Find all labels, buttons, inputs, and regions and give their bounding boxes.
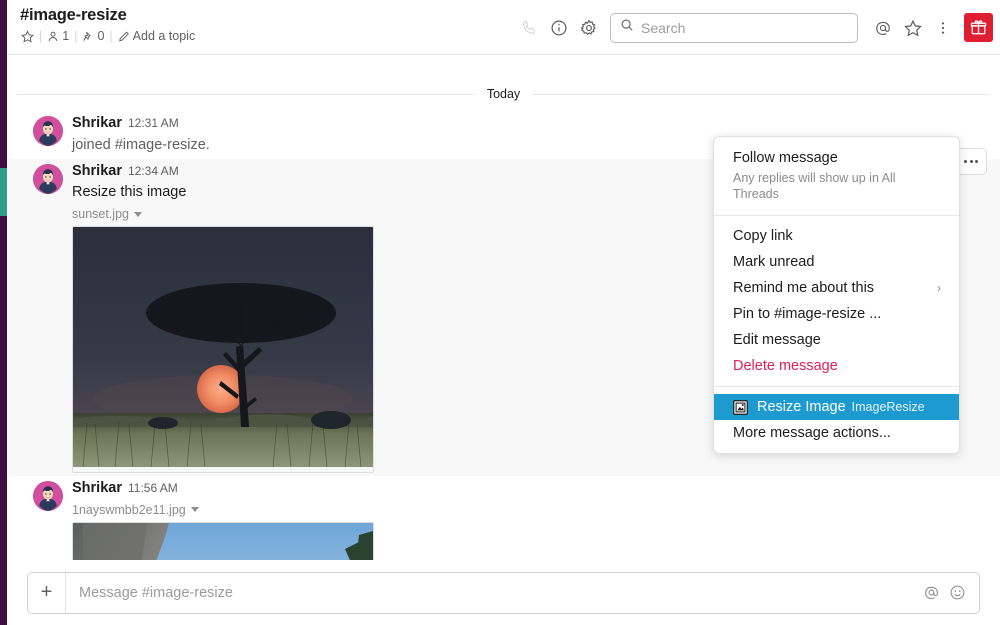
composer-actions [923,584,979,601]
menu-item-pin-to-channel[interactable]: Pin to #image-resize ... [714,301,959,327]
file-name-label: sunset.jpg [72,207,129,222]
message-author[interactable]: Shrikar [72,479,122,499]
image-attachment-sunset[interactable] [72,226,374,474]
phone-icon[interactable] [514,13,544,43]
message-row[interactable]: Shrikar 11:56 AM 1nayswmbb2e11.jpg [7,476,1000,560]
gift-icon[interactable] [964,13,993,42]
sidebar-active-accent [0,168,7,216]
message-timestamp[interactable]: 12:34 AM [128,163,179,179]
resize-image-icon [733,399,748,415]
avatar[interactable] [33,481,63,512]
context-menu-group-1: Copy link Mark unread Remind me about th… [714,216,959,386]
ellipsis-icon [969,160,973,163]
pencil-icon [118,30,130,43]
add-attachment-button[interactable]: + [28,572,66,613]
menu-item-label: Delete message [733,358,838,375]
menu-item-label: Remind me about this [733,280,875,297]
meta-divider-2: | [74,29,78,43]
message-composer[interactable]: + Message #image-resize [27,571,980,614]
gear-icon[interactable] [574,13,604,43]
star-channel-button[interactable] [21,29,34,43]
menu-item-label: More message actions... [733,425,891,442]
menu-item-copy-link[interactable]: Copy link [714,223,959,249]
menu-item-resize-image[interactable]: Resize Image ImageResize [714,394,959,421]
day-divider: Today [7,77,1000,111]
star-outline-icon[interactable] [898,13,928,43]
menu-item-label: Edit message [733,332,821,349]
menu-item-label: Resize Image [757,399,846,416]
follow-message-subtitle: Any replies will show up in All Threads [733,170,896,202]
menu-item-label: Pin to #image-resize ... [733,306,882,323]
image-attachment-landscape[interactable] [72,521,374,560]
search-input[interactable]: Search [610,12,858,43]
menu-item-mark-unread[interactable]: Mark unread [714,249,959,275]
file-name-label: 1nayswmbb2e11.jpg [72,502,186,517]
page-title: #image-resize [20,6,127,24]
member-count-button[interactable]: 1 [47,29,69,43]
avatar[interactable] [33,116,63,146]
member-icon [47,30,59,43]
message-header: Shrikar 11:56 AM [72,479,980,499]
message-input[interactable]: Message #image-resize [66,585,923,601]
pin-count-button[interactable]: 0 [82,29,104,43]
kebab-menu-icon[interactable] [928,13,958,43]
chevron-down-icon[interactable] [190,507,199,513]
message-context-menu: Follow message Any replies will show up … [713,136,960,455]
context-menu-group-2: Resize Image ImageResize More message ac… [714,386,959,453]
meta-divider-3: | [109,29,113,43]
pin-count-label: 0 [97,29,105,43]
mention-icon[interactable] [923,584,940,601]
header-actions: Search [514,0,1000,55]
menu-item-label: Mark unread [733,254,815,271]
add-topic-label: Add a topic [132,29,196,43]
add-topic-button[interactable]: Add a topic [118,29,196,43]
message-timestamp[interactable]: 12:31 AM [128,115,179,131]
menu-item-edit-message[interactable]: Edit message [714,327,959,353]
menu-item-delete-message[interactable]: Delete message [714,353,959,379]
sidebar-rail [0,0,7,625]
file-name-row[interactable]: 1nayswmbb2e11.jpg [72,503,980,517]
emoji-icon[interactable] [949,584,966,601]
ellipsis-icon [975,160,978,163]
follow-message-title: Follow message [733,150,838,166]
message-author[interactable]: Shrikar [72,162,122,182]
avatar[interactable] [33,163,63,194]
chevron-right-icon: › [937,281,941,296]
ellipsis-icon [964,160,967,163]
meta-divider-1: | [39,29,43,43]
search-icon [620,18,634,37]
message-author[interactable]: Shrikar [72,114,122,134]
menu-item-more-message-actions[interactable]: More message actions... [714,420,959,446]
info-icon[interactable] [544,13,574,43]
message-header: Shrikar 12:31 AM [72,114,980,134]
pin-icon [82,30,94,43]
message-timestamp[interactable]: 11:56 AM [128,480,178,496]
member-count-label: 1 [62,29,70,43]
message-body: Shrikar 11:56 AM 1nayswmbb2e11.jpg [72,479,980,560]
mention-icon[interactable] [868,13,898,43]
menu-item-remind-me[interactable]: Remind me about this › [714,275,959,301]
follow-message-item[interactable]: Follow message Any replies will show up … [714,137,959,217]
chevron-down-icon[interactable] [133,211,142,217]
menu-item-label: Copy link [733,228,793,245]
channel-header: #image-resize | 1 | 0 | Add a topic Sear… [7,0,1000,55]
star-icon [21,29,34,43]
menu-item-app-name: ImageResize [851,400,925,415]
composer-container: + Message #image-resize [7,560,1000,625]
search-placeholder: Search [641,19,686,36]
channel-meta-bar: | 1 | 0 | Add a topic [21,29,195,43]
day-divider-label: Today [474,87,533,101]
